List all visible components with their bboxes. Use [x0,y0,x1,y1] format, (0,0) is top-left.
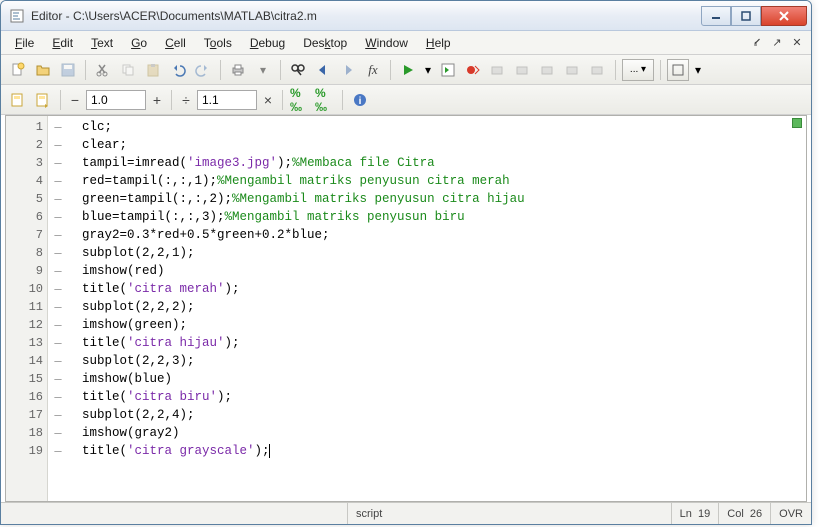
maximize-button[interactable] [731,6,761,26]
menubar: File Edit Text Go Cell Tools Debug Deskt… [1,31,811,55]
code-editor[interactable]: 1 2 3 4 5 6 7 8 9 10 11 12 13 14 15 16 1… [5,115,807,502]
svg-text:i: i [359,96,362,107]
editor-window: Editor - C:\Users\ACER\Documents\MATLAB\… [0,0,812,525]
cell-insert2-icon[interactable]: %‰ [314,89,336,111]
menu-window[interactable]: Window [357,33,416,53]
app-icon [9,8,25,24]
dock-icon[interactable]: ⭹ [749,35,765,51]
print-dropdown-icon[interactable]: ▾ [252,59,274,81]
code-area[interactable]: clc;clear;tampil=imread('image3.jpg');%M… [68,116,806,501]
copy-icon[interactable] [117,59,139,81]
open-file-icon[interactable] [32,59,54,81]
redo-icon[interactable] [192,59,214,81]
menu-file[interactable]: File [7,33,42,53]
stack-dropdown[interactable]: ... ▾ [622,59,654,81]
undo-icon[interactable] [167,59,189,81]
undock-icon[interactable]: ↗ [769,35,785,51]
run-icon[interactable] [397,59,419,81]
status-type: script [347,503,567,524]
find-icon[interactable] [287,59,309,81]
back-icon[interactable] [312,59,334,81]
step-icon[interactable] [487,59,509,81]
statusbar: script Ln 19 Col 26 OVR [1,502,811,524]
forward-icon[interactable] [337,59,359,81]
status-ovr[interactable]: OVR [770,503,811,524]
plus-op[interactable]: + [149,92,165,108]
menu-cell[interactable]: Cell [157,33,194,53]
window-title: Editor - C:\Users\ACER\Documents\MATLAB\… [31,9,701,23]
step-in-icon[interactable] [512,59,534,81]
cell-eval-advance-icon[interactable] [32,89,54,111]
menu-go[interactable]: Go [123,33,155,53]
menu-debug[interactable]: Debug [242,33,293,53]
cell-eval-icon[interactable] [7,89,29,111]
layout-button[interactable] [667,59,689,81]
close-button[interactable] [761,6,807,26]
menu-help[interactable]: Help [418,33,459,53]
toolbar-cell: − + ÷ × %‰ %‰ i [1,85,811,115]
save-icon[interactable] [57,59,79,81]
menu-desktop[interactable]: Desktop [295,33,355,53]
minimize-button[interactable] [701,6,731,26]
menu-text[interactable]: Text [83,33,121,53]
times-op[interactable]: × [260,92,276,108]
increment-field-1[interactable] [86,90,146,110]
run-advance-icon[interactable] [437,59,459,81]
step-out-icon[interactable] [537,59,559,81]
info-icon[interactable]: i [349,89,371,111]
window-controls [701,6,807,26]
cut-icon[interactable] [92,59,114,81]
menu-tools[interactable]: Tools [196,33,240,53]
divide-op[interactable]: ÷ [178,92,194,108]
minus-op[interactable]: − [67,92,83,108]
status-line: Ln 19 [671,503,719,524]
run-dropdown-icon[interactable]: ▾ [422,59,434,81]
line-number-gutter[interactable]: 1 2 3 4 5 6 7 8 9 10 11 12 13 14 15 16 1… [6,116,48,501]
doc-close-icon[interactable]: ✕ [789,35,805,51]
cell-insert-icon[interactable]: %‰ [289,89,311,111]
new-file-icon[interactable] [7,59,29,81]
breakpoint-clear-icon[interactable] [462,59,484,81]
status-col: Col 26 [718,503,770,524]
fold-gutter[interactable]: ––––––––––––––––––– [48,116,68,501]
stop-debug-icon[interactable] [587,59,609,81]
fx-icon[interactable]: fx [362,59,384,81]
paste-icon[interactable] [142,59,164,81]
code-health-indicator[interactable] [792,118,802,128]
layout-dropdown-icon[interactable]: ▾ [692,59,704,81]
titlebar[interactable]: Editor - C:\Users\ACER\Documents\MATLAB\… [1,1,811,31]
toolbar-main: ▾ fx ▾ ... ▾ ▾ [1,55,811,85]
print-icon[interactable] [227,59,249,81]
continue-icon[interactable] [562,59,584,81]
menu-edit[interactable]: Edit [44,33,81,53]
increment-field-2[interactable] [197,90,257,110]
